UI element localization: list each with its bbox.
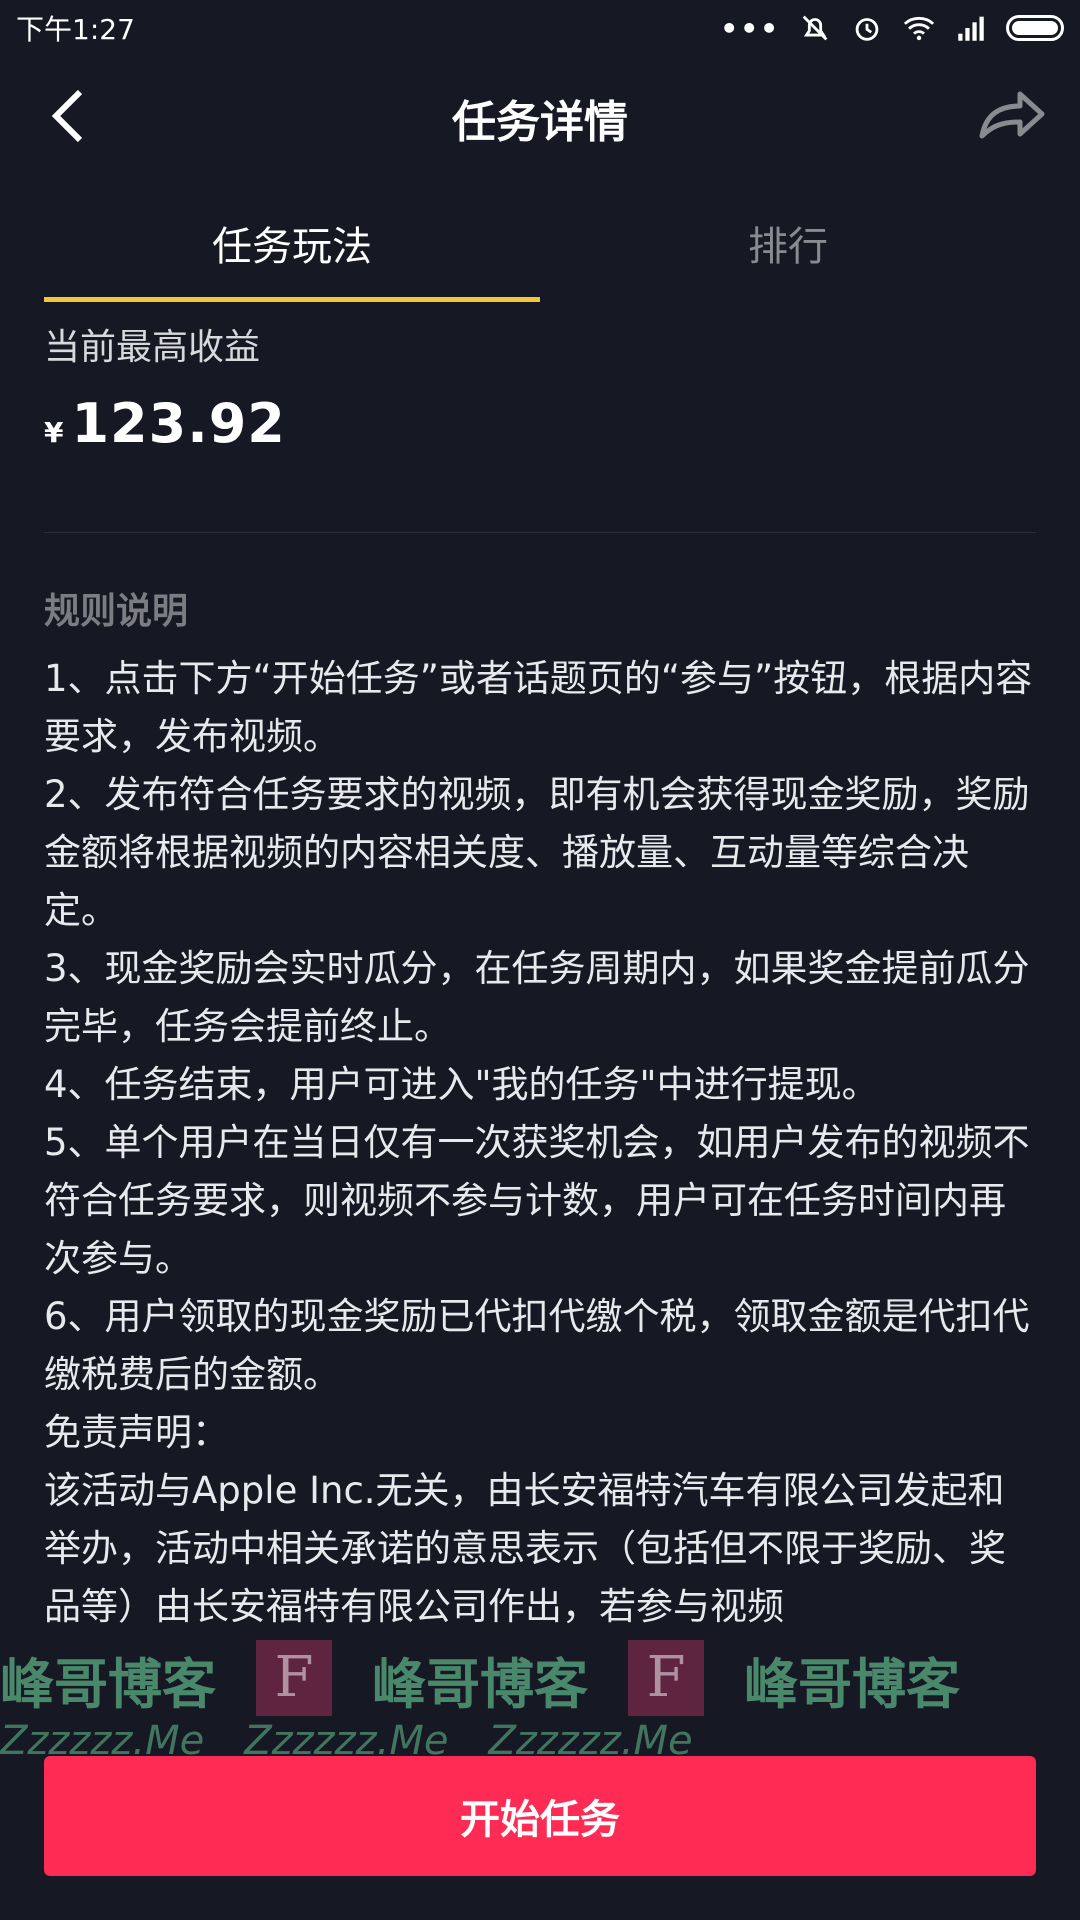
divider bbox=[44, 532, 1036, 533]
signal-icon bbox=[958, 16, 984, 41]
rule-item: 2、发布符合任务要求的视频，即有机会获得现金奖励，奖励金额将根据视频的内容相关度… bbox=[44, 773, 1030, 932]
more-dots-icon: ••• bbox=[720, 11, 780, 45]
share-arrow-icon bbox=[979, 91, 1045, 139]
watermark-title: 峰哥博客 bbox=[372, 1653, 588, 1716]
rule-item: 5、单个用户在当日仅有一次获奖机会，如用户发布的视频不符合任务要求，则视频不参与… bbox=[44, 1121, 1030, 1280]
tab-ranking[interactable]: 排行 bbox=[540, 210, 1036, 302]
rule-item: 4、任务结束，用户可进入"我的任务"中进行提现。 bbox=[44, 1063, 879, 1106]
rules-heading: 规则说明 bbox=[44, 591, 189, 632]
wifi-icon bbox=[903, 16, 935, 41]
watermark-logo: F bbox=[256, 1640, 332, 1716]
disclaimer-heading: 免责声明： bbox=[44, 1411, 229, 1454]
mute-bell-icon bbox=[802, 15, 828, 41]
rules-body: 1、点击下方“开始任务”或者话题页的“参与”按钮，根据内容要求，发布视频。 2、… bbox=[44, 650, 1036, 1640]
earnings-amount: 123.92 bbox=[71, 392, 286, 455]
status-time: 下午1:27 bbox=[16, 13, 135, 46]
page-title: 任务详情 bbox=[452, 97, 628, 148]
currency-symbol: ¥ bbox=[44, 416, 64, 449]
status-bar: 下午1:27 ••• bbox=[0, 0, 1080, 56]
watermark-title: 峰哥博客 bbox=[744, 1653, 960, 1716]
tab-task-gameplay[interactable]: 任务玩法 bbox=[44, 210, 540, 302]
battery-icon bbox=[1006, 15, 1064, 41]
max-earnings-value: ¥ 123.92 bbox=[44, 392, 286, 455]
share-button[interactable] bbox=[974, 82, 1050, 146]
disclaimer-text: 该活动与Apple Inc.无关，由长安福特汽车有限公司发起和举办，活动中相关承… bbox=[44, 1469, 1006, 1628]
alarm-icon bbox=[855, 18, 879, 41]
header: 任务详情 bbox=[0, 56, 1080, 176]
rule-item: 3、现金奖励会实时瓜分，在任务周期内，如果奖金提前瓜分完毕，任务会提前终止。 bbox=[44, 947, 1030, 1048]
rule-item: 6、用户领取的现金奖励已代扣代缴个税，领取金额是代扣代缴税费后的金额。 bbox=[44, 1295, 1030, 1396]
watermark-logo: F bbox=[628, 1640, 704, 1716]
max-earnings-label: 当前最高收益 bbox=[44, 327, 261, 368]
rule-item: 1、点击下方“开始任务”或者话题页的“参与”按钮，根据内容要求，发布视频。 bbox=[44, 657, 1033, 758]
status-icons: ••• bbox=[720, 11, 1064, 45]
watermark-title: 峰哥博客 bbox=[0, 1653, 216, 1716]
tab-bar: 任务玩法 排行 bbox=[44, 210, 1036, 302]
start-task-button[interactable]: 开始任务 bbox=[44, 1756, 1036, 1876]
